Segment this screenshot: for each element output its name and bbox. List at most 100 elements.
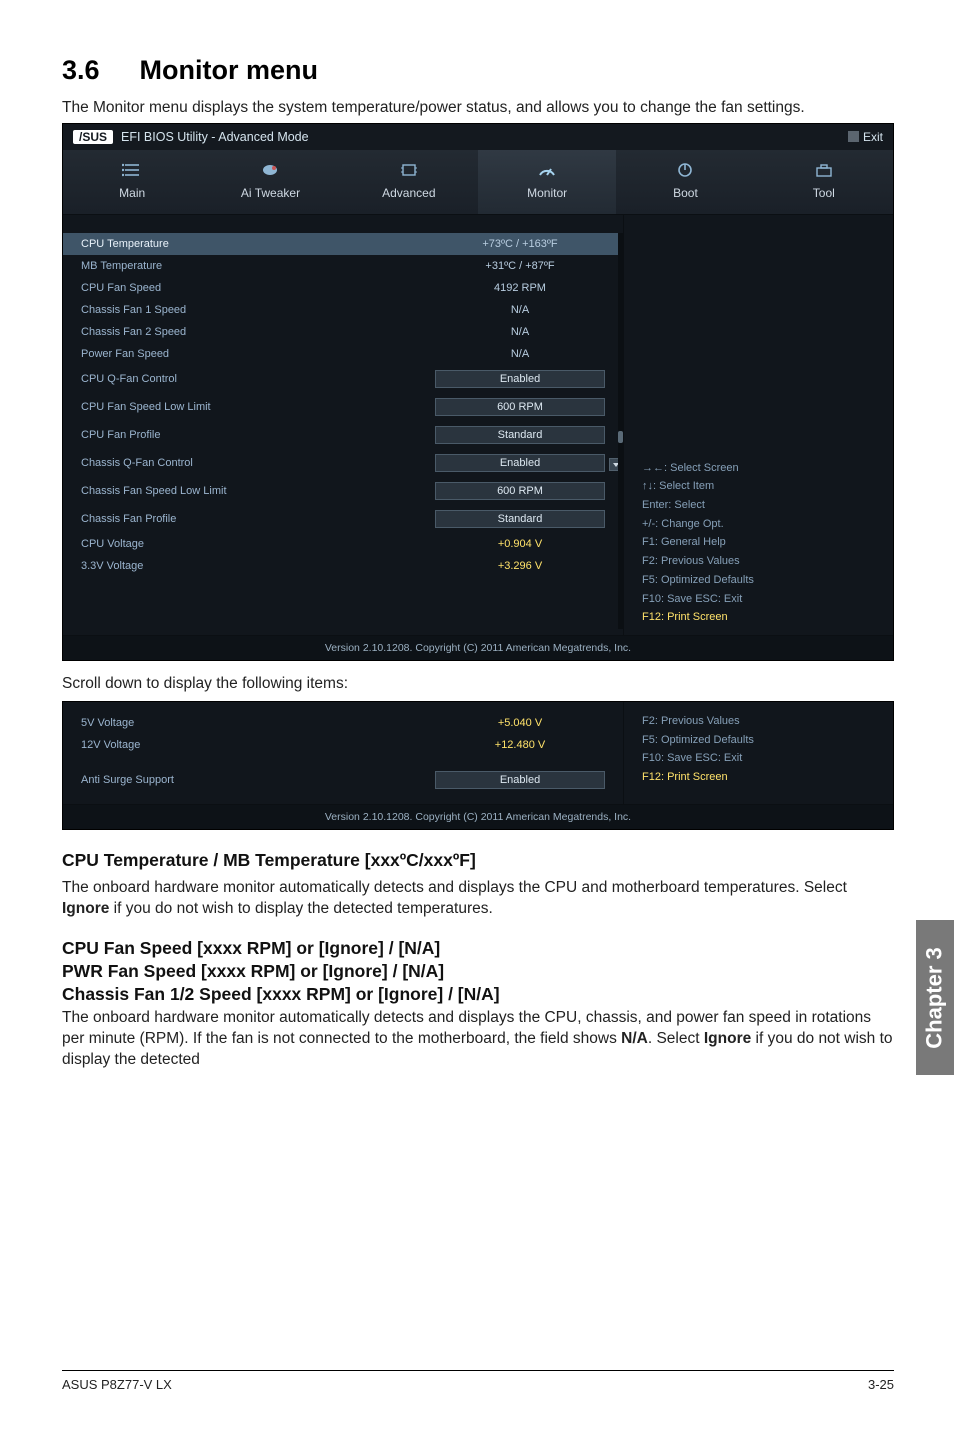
help-line: F5: Optimized Defaults (642, 731, 875, 750)
tweaker-icon (260, 162, 280, 178)
page-footer: ASUS P8Z77-V LX 3-25 (62, 1370, 894, 1392)
row-value[interactable]: 600 RPM (435, 398, 605, 416)
help-line: F10: Save ESC: Exit (642, 590, 875, 609)
row-cpu-qfan-control[interactable]: CPU Q-Fan Control Enabled (63, 365, 623, 393)
subsection-heading-fanspeed-2: PWR Fan Speed [xxxx RPM] or [Ignore] / [… (62, 961, 894, 982)
bios-footer: Version 2.10.1208. Copyright (C) 2011 Am… (63, 635, 893, 660)
row-12v-voltage[interactable]: 12V Voltage +12.480 V (63, 734, 623, 756)
row-label: CPU Fan Speed Low Limit (81, 401, 435, 413)
row-value: N/A (435, 348, 605, 360)
bios-footer: Version 2.10.1208. Copyright (C) 2011 Am… (63, 804, 893, 829)
section-number: 3.6 (62, 55, 100, 86)
tab-monitor[interactable]: Monitor (478, 150, 616, 214)
row-value[interactable]: Enabled (435, 454, 605, 472)
row-5v-voltage[interactable]: 5V Voltage +5.040 V (63, 712, 623, 734)
bios-window-title: EFI BIOS Utility - Advanced Mode (121, 130, 309, 144)
bios-help-pane: →←: Select Screen ↑↓: Select Item Enter:… (623, 215, 893, 635)
help-line: F1: General Help (642, 533, 875, 552)
row-chassis-fan-1-speed[interactable]: Chassis Fan 1 Speed N/A (63, 299, 623, 321)
gauge-icon (537, 162, 557, 178)
row-cpu-fan-speed-low-limit[interactable]: CPU Fan Speed Low Limit 600 RPM (63, 393, 623, 421)
chapter-side-tab: Chapter 3 (916, 920, 954, 1075)
row-cpu-temperature[interactable]: CPU Temperature +73ºC / +163ºF (63, 233, 623, 255)
tab-main-label: Main (119, 186, 145, 200)
tab-monitor-label: Monitor (527, 186, 567, 200)
help-line: F2: Previous Values (642, 552, 875, 571)
row-mb-temperature[interactable]: MB Temperature +31ºC / +87ºF (63, 255, 623, 277)
chapter-side-tab-label: Chapter 3 (922, 947, 948, 1048)
bios-screenshot-main: /SUS EFI BIOS Utility - Advanced Mode Ex… (62, 123, 894, 661)
help-line: F12: Print Screen (642, 768, 875, 787)
row-label: CPU Q-Fan Control (81, 373, 435, 385)
row-label: Power Fan Speed (81, 348, 435, 360)
help-line: +/-: Change Opt. (642, 515, 875, 534)
tab-ai-tweaker[interactable]: Ai Tweaker (201, 150, 339, 214)
row-chassis-fan-profile[interactable]: Chassis Fan Profile Standard (63, 505, 623, 533)
help-line: ↑↓: Select Item (642, 477, 875, 496)
exit-label: Exit (863, 130, 883, 144)
tab-tool[interactable]: Tool (755, 150, 893, 214)
bios-help-pane: F2: Previous Values F5: Optimized Defaul… (623, 702, 893, 804)
tab-advanced-label: Advanced (382, 186, 435, 200)
row-cpu-fan-speed[interactable]: CPU Fan Speed 4192 RPM (63, 277, 623, 299)
bios-scrollbar[interactable] (618, 233, 623, 629)
toolbox-icon (814, 162, 834, 178)
tab-advanced[interactable]: Advanced (340, 150, 478, 214)
help-line: F10: Save ESC: Exit (642, 749, 875, 768)
subsection-heading-fanspeed-1: CPU Fan Speed [xxxx RPM] or [Ignore] / [… (62, 938, 894, 959)
row-label: CPU Fan Profile (81, 429, 435, 441)
row-chassis-qfan-control[interactable]: Chassis Q-Fan Control Enabled (63, 449, 623, 477)
subsection-body-temp: The onboard hardware monitor automatical… (62, 877, 894, 920)
row-value[interactable]: 600 RPM (435, 482, 605, 500)
row-label: Anti Surge Support (81, 774, 435, 786)
row-value: +0.904 V (435, 538, 605, 550)
tab-tool-label: Tool (813, 186, 835, 200)
bios-screenshot-continued: 5V Voltage +5.040 V 12V Voltage +12.480 … (62, 701, 894, 830)
row-label: CPU Fan Speed (81, 282, 435, 294)
row-3v3-voltage[interactable]: 3.3V Voltage +3.296 V (63, 555, 623, 577)
row-cpu-fan-profile[interactable]: CPU Fan Profile Standard (63, 421, 623, 449)
row-label: CPU Temperature (81, 238, 435, 250)
row-label: Chassis Q-Fan Control (81, 457, 435, 469)
power-icon (675, 162, 695, 178)
row-value[interactable]: Enabled (435, 370, 605, 388)
row-value: +5.040 V (435, 717, 605, 729)
help-line: F12: Print Screen (642, 608, 875, 627)
help-line: →←: Select Screen (642, 459, 875, 478)
footer-page-number: 3-25 (868, 1377, 894, 1392)
row-value[interactable]: Standard (435, 426, 605, 444)
row-value[interactable]: Enabled (435, 771, 605, 789)
row-value: +3.296 V (435, 560, 605, 572)
row-power-fan-speed[interactable]: Power Fan Speed N/A (63, 343, 623, 365)
row-cpu-voltage[interactable]: CPU Voltage +0.904 V (63, 533, 623, 555)
row-value: +12.480 V (435, 739, 605, 751)
row-value: 4192 RPM (435, 282, 605, 294)
tab-boot-label: Boot (673, 186, 698, 200)
help-line: Enter: Select (642, 496, 875, 515)
section-name: Monitor menu (140, 55, 318, 85)
section-title: 3.6 Monitor menu (62, 55, 894, 86)
row-value: +73ºC / +163ºF (435, 238, 605, 250)
bios-settings-pane: CPU Temperature +73ºC / +163ºF MB Temper… (63, 215, 623, 635)
row-label: 5V Voltage (81, 717, 435, 729)
exit-button[interactable]: Exit (848, 130, 883, 144)
list-icon (122, 162, 142, 178)
row-label: 12V Voltage (81, 739, 435, 751)
row-anti-surge-support[interactable]: Anti Surge Support Enabled (63, 766, 623, 794)
tab-main[interactable]: Main (63, 150, 201, 214)
row-chassis-fan-speed-low-limit[interactable]: Chassis Fan Speed Low Limit 600 RPM (63, 477, 623, 505)
bios-settings-pane: 5V Voltage +5.040 V 12V Voltage +12.480 … (63, 702, 623, 804)
subsection-heading-temp: CPU Temperature / MB Temperature [xxxºC/… (62, 850, 894, 871)
tab-boot[interactable]: Boot (616, 150, 754, 214)
tab-ai-tweaker-label: Ai Tweaker (241, 186, 300, 200)
row-label: Chassis Fan Speed Low Limit (81, 485, 435, 497)
help-line: F5: Optimized Defaults (642, 571, 875, 590)
help-line: F2: Previous Values (642, 712, 875, 731)
row-value[interactable]: Standard (435, 510, 605, 528)
bios-titlebar: /SUS EFI BIOS Utility - Advanced Mode Ex… (63, 124, 893, 150)
row-chassis-fan-2-speed[interactable]: Chassis Fan 2 Speed N/A (63, 321, 623, 343)
chip-icon (399, 162, 419, 178)
row-label: Chassis Fan 2 Speed (81, 326, 435, 338)
row-value: +31ºC / +87ºF (435, 260, 605, 272)
row-label: CPU Voltage (81, 538, 435, 550)
